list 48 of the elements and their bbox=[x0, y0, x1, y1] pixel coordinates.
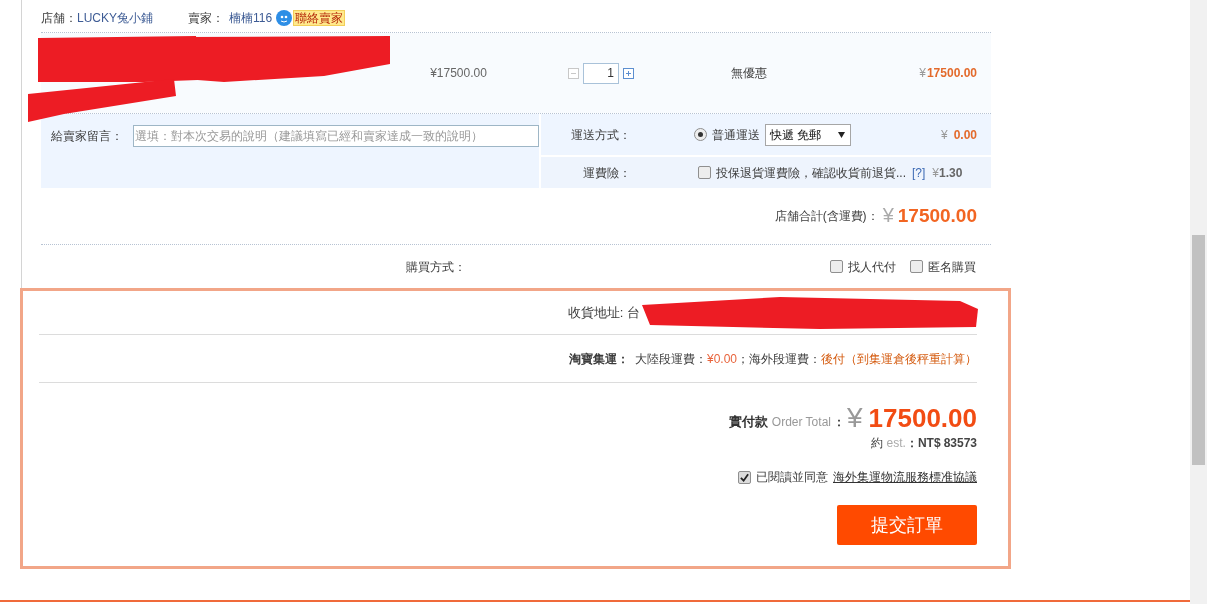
overseas-fee: 後付（到集運倉後秤重計算） bbox=[821, 350, 977, 368]
shop-label: 店舗： bbox=[41, 10, 77, 27]
agreement-link[interactable]: 海外集運物流服務標准協議 bbox=[833, 468, 977, 486]
shop-name-link[interactable]: LUCKY兔小鋪 bbox=[77, 9, 153, 27]
insurance-fee: ¥1.30 bbox=[932, 164, 963, 182]
scrollbar[interactable] bbox=[1190, 0, 1207, 604]
increase-button[interactable] bbox=[623, 67, 634, 79]
mainland-fee-label: 大陸段運費： bbox=[634, 350, 707, 368]
quantity-field[interactable]: 1 bbox=[583, 62, 619, 84]
shipping-label: 運送方式： bbox=[570, 126, 631, 144]
seller-label: 賣家： bbox=[188, 10, 224, 27]
checkbox[interactable] bbox=[910, 260, 923, 273]
discount-text: 無優惠 bbox=[729, 65, 768, 82]
plus-icon bbox=[623, 67, 634, 79]
unit-price: ¥17500.00 bbox=[429, 65, 488, 82]
purchase-option-label[interactable]: 匿名購買 bbox=[928, 257, 976, 276]
caret-icon bbox=[838, 131, 845, 138]
consolidation-label: 淘寶集運： bbox=[568, 350, 629, 368]
overseas-fee-label: ；海外段運費： bbox=[737, 350, 821, 368]
purchase-method-label: 購買方式： bbox=[405, 258, 466, 276]
shop-total-label: 店舗合計(含運費)： bbox=[774, 208, 879, 225]
agreement-text: 已閱讀並同意 bbox=[756, 469, 828, 486]
order-total-amount: ¥ 17500.00 bbox=[846, 402, 977, 435]
mainland-fee: ¥0.00 bbox=[706, 350, 737, 368]
converted-total: 約 est.：NT$ 83573 bbox=[870, 436, 977, 451]
checkbox[interactable] bbox=[698, 166, 711, 179]
message-label: 給賣家留言： bbox=[51, 128, 123, 145]
minus-icon bbox=[568, 67, 579, 79]
radio-button[interactable] bbox=[694, 128, 707, 141]
shipping-select[interactable]: 快遞 免郵 bbox=[765, 123, 851, 146]
checkbox[interactable] bbox=[830, 260, 843, 273]
purchase-option-label[interactable]: 找人代付 bbox=[848, 257, 896, 276]
contact-seller-link[interactable]: 聯絡賣家 bbox=[293, 10, 346, 26]
shipping-fee: ¥ 0.00 bbox=[940, 126, 977, 144]
scrollbar-thumb[interactable] bbox=[1192, 235, 1205, 465]
insurance-option-label[interactable]: 投保退貨運費險，確認收貨前退貨... bbox=[716, 163, 906, 182]
smiley-icon[interactable] bbox=[276, 10, 293, 26]
item-subtotal: ¥17500.00 bbox=[919, 65, 977, 82]
order-total-label: 實付款 Order Total ： bbox=[728, 413, 845, 432]
seller-name-link[interactable]: 楠楠116 bbox=[229, 9, 273, 27]
message-field[interactable]: 選填：對本次交易的說明（建議填寫已經和賣家達成一致的說明） bbox=[133, 125, 539, 147]
checkbox[interactable] bbox=[738, 470, 751, 484]
help-link[interactable]: [?] bbox=[912, 163, 926, 182]
insurance-label: 運費險： bbox=[582, 164, 631, 182]
shipping-option-label[interactable]: 普通運送 bbox=[712, 125, 760, 144]
shop-total-amount: ¥ 17500.00 bbox=[882, 202, 977, 228]
address-text: 收貨地址: 台 bbox=[567, 303, 640, 322]
checkmark-icon bbox=[740, 472, 749, 482]
